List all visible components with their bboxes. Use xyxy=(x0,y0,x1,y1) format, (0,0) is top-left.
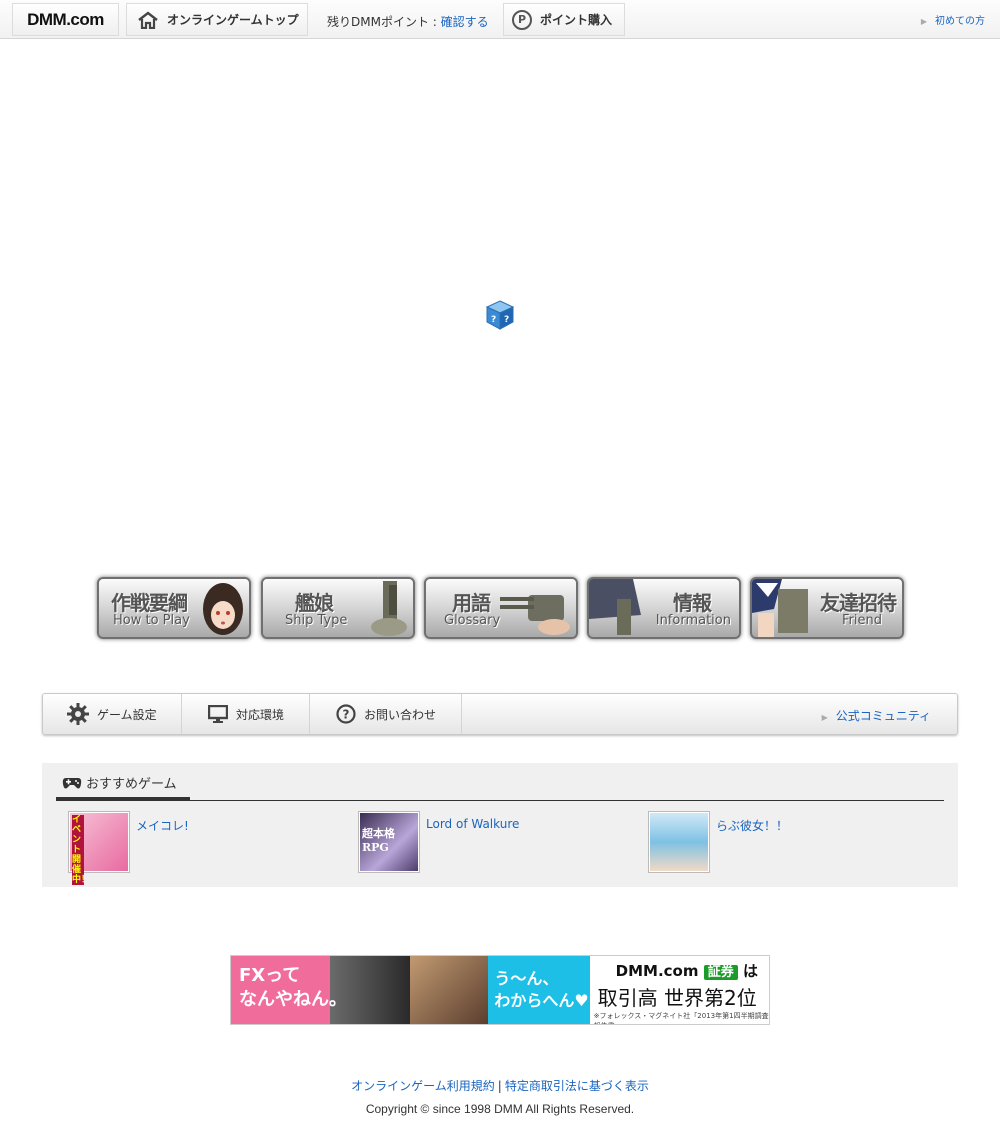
ad-brand-line: DMM.com 証券 は xyxy=(616,960,758,981)
footer-separator: | xyxy=(497,1079,502,1093)
terms-link[interactable]: オンラインゲーム利用規約 xyxy=(351,1079,495,1093)
online-game-top-link[interactable]: オンラインゲームトップ xyxy=(126,3,308,36)
top-bar: DMM.com オンラインゲームトップ 残りDMMポイント : 確認する P ポ… xyxy=(0,0,1000,39)
points-confirm-link[interactable]: 確認する xyxy=(441,15,489,29)
recommended-item[interactable]: イベント開催中！ メイコレ! xyxy=(68,811,189,885)
online-game-top-label: オンラインゲームトップ xyxy=(167,13,299,27)
environment-label: 対応環境 xyxy=(236,707,285,722)
triangle-right-icon: ▶ xyxy=(821,713,828,722)
buy-points-button[interactable]: P ポイント購入 xyxy=(503,3,625,36)
triangle-right-icon: ▶ xyxy=(920,17,927,26)
glossary-jp: 用語 xyxy=(452,591,491,615)
home-icon xyxy=(138,10,158,29)
official-community-link[interactable]: ▶ 公式コミュニティ xyxy=(822,707,931,724)
glossary-button[interactable]: 用語 Glossary xyxy=(424,577,578,639)
ad-note: ※フォレックス・マグネイト社「2013年第1四半期調査報告書」 xyxy=(593,1012,769,1024)
first-time-link[interactable]: ▶ 初めての方 xyxy=(921,12,985,27)
game-title[interactable]: らぶ彼女！！ xyxy=(716,817,788,873)
friend-invite-button[interactable]: 友達招待 Friend xyxy=(750,577,904,639)
ad-banner[interactable]: FXって なんやねん。 う〜ん、 わからへん♥ DMM.com 証券 は 取引高… xyxy=(230,955,770,1025)
buy-points-label: ポイント購入 xyxy=(540,13,613,27)
game-thumbnail[interactable] xyxy=(648,811,710,873)
logo-text: DMM.com xyxy=(27,9,104,29)
gear-icon xyxy=(67,703,89,725)
game-footer-nav: ゲーム設定 対応環境 ? お問い合わせ ▶ 公式コミュニティ xyxy=(42,693,958,735)
svg-text:?: ? xyxy=(504,315,509,325)
ad-panel1-text: FXって なんやねん。 xyxy=(239,965,347,1010)
ad-person-image xyxy=(410,956,489,1024)
recommended-games: おすすめゲーム イベント開催中！ メイコレ! 超本格RPG Lord of Wa… xyxy=(42,763,958,887)
information-en: Information xyxy=(655,613,731,628)
ad-brand: DMM.com xyxy=(615,962,699,980)
monitor-icon xyxy=(208,705,228,723)
ad-main-text: 取引高 世界第2位 xyxy=(597,986,757,1010)
ad-panel-question: う〜ん、 わからへん♥ xyxy=(410,956,590,1024)
turret-illustration xyxy=(500,595,570,635)
character-illustration xyxy=(203,583,243,635)
game-thumbnail[interactable]: 超本格RPG xyxy=(358,811,420,873)
friend-invite-jp: 友達招待 xyxy=(820,591,897,615)
game-menu: 作戦要綱 How to Play 艦娘 Ship Type 用語 Glossar… xyxy=(97,577,907,641)
recommended-header: おすすめゲーム xyxy=(56,773,944,801)
information-jp: 情報 xyxy=(673,591,712,615)
points-label: 残りDMMポイント : xyxy=(327,15,441,29)
question-icon: ? xyxy=(336,704,356,724)
ad-panel2-text: う〜ん、 わからへん♥ xyxy=(494,969,589,1010)
ship-type-button[interactable]: 艦娘 Ship Type xyxy=(261,577,415,639)
game-title[interactable]: メイコレ! xyxy=(136,817,189,873)
ship-type-jp: 艦娘 xyxy=(295,591,334,615)
point-icon: P xyxy=(512,9,532,30)
game-settings-button[interactable]: ゲーム設定 xyxy=(43,694,182,734)
recommended-title: おすすめゲーム xyxy=(86,777,177,792)
game-settings-label: ゲーム設定 xyxy=(97,707,157,722)
how-to-play-jp: 作戦要綱 xyxy=(111,591,188,615)
contact-button[interactable]: ? お問い合わせ xyxy=(310,694,462,734)
glossary-en: Glossary xyxy=(444,613,501,628)
ad-badge: 証券 xyxy=(703,965,738,980)
ad-panel-securities: DMM.com 証券 は 取引高 世界第2位 ※フォレックス・マグネイト社「20… xyxy=(589,956,769,1024)
information-button[interactable]: 情報 Information xyxy=(587,577,741,639)
commerce-law-link[interactable]: 特定商取引法に基づく表示 xyxy=(505,1079,649,1093)
game-title[interactable]: Lord of Walkure xyxy=(426,817,519,873)
game-thumbnail[interactable]: イベント開催中！ xyxy=(68,811,130,885)
ad-panel-fx: FXって なんやねん。 xyxy=(231,956,411,1024)
sailor-illustration xyxy=(752,579,808,637)
ship-type-en: Ship Type xyxy=(285,613,348,628)
loading-cube-icon: ? ? xyxy=(485,299,515,334)
svg-text:?: ? xyxy=(343,708,350,722)
environment-button[interactable]: 対応環境 xyxy=(182,694,310,734)
how-to-play-en: How to Play xyxy=(113,613,190,628)
contact-label: お問い合わせ xyxy=(364,707,437,722)
dmm-logo[interactable]: DMM.com xyxy=(12,3,119,36)
first-time-label: 初めての方 xyxy=(935,16,985,27)
boot-illustration xyxy=(371,581,407,636)
friend-invite-en: Friend xyxy=(842,613,882,628)
recommended-tab: おすすめゲーム xyxy=(56,773,190,801)
svg-text:?: ? xyxy=(491,315,496,325)
recommended-item[interactable]: 超本格RPG Lord of Walkure xyxy=(358,811,519,873)
ad-suffix: は xyxy=(742,962,758,980)
copyright: Copyright © since 1998 DMM All Rights Re… xyxy=(365,1102,635,1116)
recommended-item[interactable]: らぶ彼女！！ xyxy=(648,811,788,873)
how-to-play-button[interactable]: 作戦要綱 How to Play xyxy=(97,577,251,639)
footer-links: オンラインゲーム利用規約 | 特定商取引法に基づく表示 xyxy=(0,1077,1000,1094)
thumbnail-caption: イベント開催中！ xyxy=(72,815,91,885)
skirt-illustration xyxy=(589,579,641,635)
thumbnail-caption: 超本格RPG xyxy=(362,827,395,854)
official-community-label: 公式コミュニティ xyxy=(835,709,931,723)
remaining-points: 残りDMMポイント : 確認する xyxy=(327,13,489,30)
gamepad-icon xyxy=(62,778,82,789)
